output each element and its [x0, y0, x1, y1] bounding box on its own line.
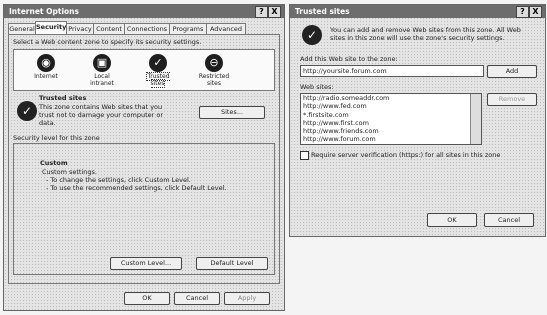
intranet-icon: ▣ — [93, 54, 111, 72]
internet-options-titlebar[interactable]: Internet Options ? X — [4, 5, 284, 18]
apply-button[interactable]: Apply — [224, 292, 270, 305]
zone-trusted-sites[interactable]: ✓ Trusted sites — [140, 54, 176, 88]
sites-button[interactable]: Sites... — [199, 106, 265, 119]
check-icon: ✓ — [149, 54, 167, 72]
zone-list: ◉ Internet ▣ Local intranet ✓ Trusted si… — [13, 49, 275, 91]
custom-line-2: - To change the settings, click Custom L… — [46, 176, 191, 184]
info-text: You can add and remove Web sites from th… — [330, 26, 521, 42]
tab-content[interactable]: Content — [93, 23, 125, 34]
zone-label: Restricted sites — [198, 73, 230, 87]
tab-programs[interactable]: Programs — [169, 23, 207, 34]
websites-scrollbar[interactable] — [470, 94, 481, 144]
selected-zone-description: This zone contains Web sites that you tr… — [39, 103, 164, 127]
security-level-label: Security level for this zone — [13, 134, 100, 142]
restricted-icon: ⊖ — [205, 54, 223, 72]
custom-level-button[interactable]: Custom Level... — [110, 257, 182, 270]
security-tab-panel: Select a Web content zone to specify its… — [8, 34, 280, 284]
dialog-title: Internet Options — [9, 7, 79, 16]
selected-zone-title: Trusted sites — [39, 94, 87, 102]
trusted-check-icon: ✓ — [302, 25, 322, 45]
trusted-sites-titlebar[interactable]: Trusted sites ? X — [290, 5, 545, 18]
list-item[interactable]: http://www.first.com — [301, 119, 481, 127]
trusted-sites-dialog: Trusted sites ? X ✓ You can add and remo… — [289, 4, 546, 237]
custom-line-3: - To use the recommended settings, click… — [46, 184, 227, 192]
zone-prompt: Select a Web content zone to specify its… — [13, 38, 202, 46]
close-button[interactable]: X — [268, 6, 281, 18]
help-button[interactable]: ? — [255, 6, 268, 18]
zone-internet[interactable]: ◉ Internet — [28, 54, 64, 80]
zone-label: Internet — [34, 73, 58, 80]
internet-options-dialog: Internet Options ? X General Security Pr… — [3, 4, 285, 311]
https-checkbox-label: Require server verification (https:) for… — [311, 151, 501, 159]
list-item[interactable]: *.firstsite.com — [301, 111, 481, 119]
ok-button[interactable]: OK — [124, 292, 170, 305]
list-item[interactable]: http://www.friends.com — [301, 127, 481, 135]
list-item[interactable]: http://radio.someaddr.com — [301, 94, 481, 102]
ok-button[interactable]: OK — [427, 213, 477, 227]
zone-label: Trusted sites — [146, 72, 170, 88]
security-level-group: Custom Custom settings. - To change the … — [13, 143, 275, 275]
cancel-button[interactable]: Cancel — [174, 292, 220, 305]
list-item[interactable]: http://www.fed.com — [301, 102, 481, 110]
tab-general[interactable]: General — [8, 23, 36, 34]
dialog-title: Trusted sites — [295, 7, 350, 16]
cancel-button[interactable]: Cancel — [484, 213, 534, 227]
tab-advanced[interactable]: Advanced — [206, 23, 246, 34]
websites-label: Web sites: — [300, 83, 334, 91]
custom-title: Custom — [40, 159, 68, 167]
remove-button[interactable]: Remove — [487, 93, 537, 106]
list-item[interactable]: http://www.forum.com — [301, 135, 481, 143]
add-site-label: Add this Web site to the zone: — [300, 55, 398, 63]
zone-label: Local intranet — [90, 73, 114, 87]
https-checkbox[interactable] — [300, 151, 309, 160]
zone-local-intranet[interactable]: ▣ Local intranet — [84, 54, 120, 87]
default-level-button[interactable]: Default Level — [196, 257, 268, 270]
add-button[interactable]: Add — [487, 65, 537, 78]
tab-security[interactable]: Security — [35, 21, 67, 35]
tab-connections[interactable]: Connections — [124, 23, 170, 34]
zone-restricted-sites[interactable]: ⊖ Restricted sites — [196, 54, 232, 87]
custom-line-1: Custom settings. — [42, 168, 97, 176]
help-button[interactable]: ? — [516, 6, 529, 18]
close-button[interactable]: X — [529, 6, 542, 18]
trusted-check-icon: ✓ — [17, 101, 37, 121]
globe-icon: ◉ — [37, 54, 55, 72]
add-site-input[interactable]: http://yoursite.forum.com — [300, 65, 484, 77]
tab-privacy[interactable]: Privacy — [66, 23, 94, 34]
websites-list[interactable]: http://radio.someaddr.com http://www.fed… — [300, 93, 482, 145]
